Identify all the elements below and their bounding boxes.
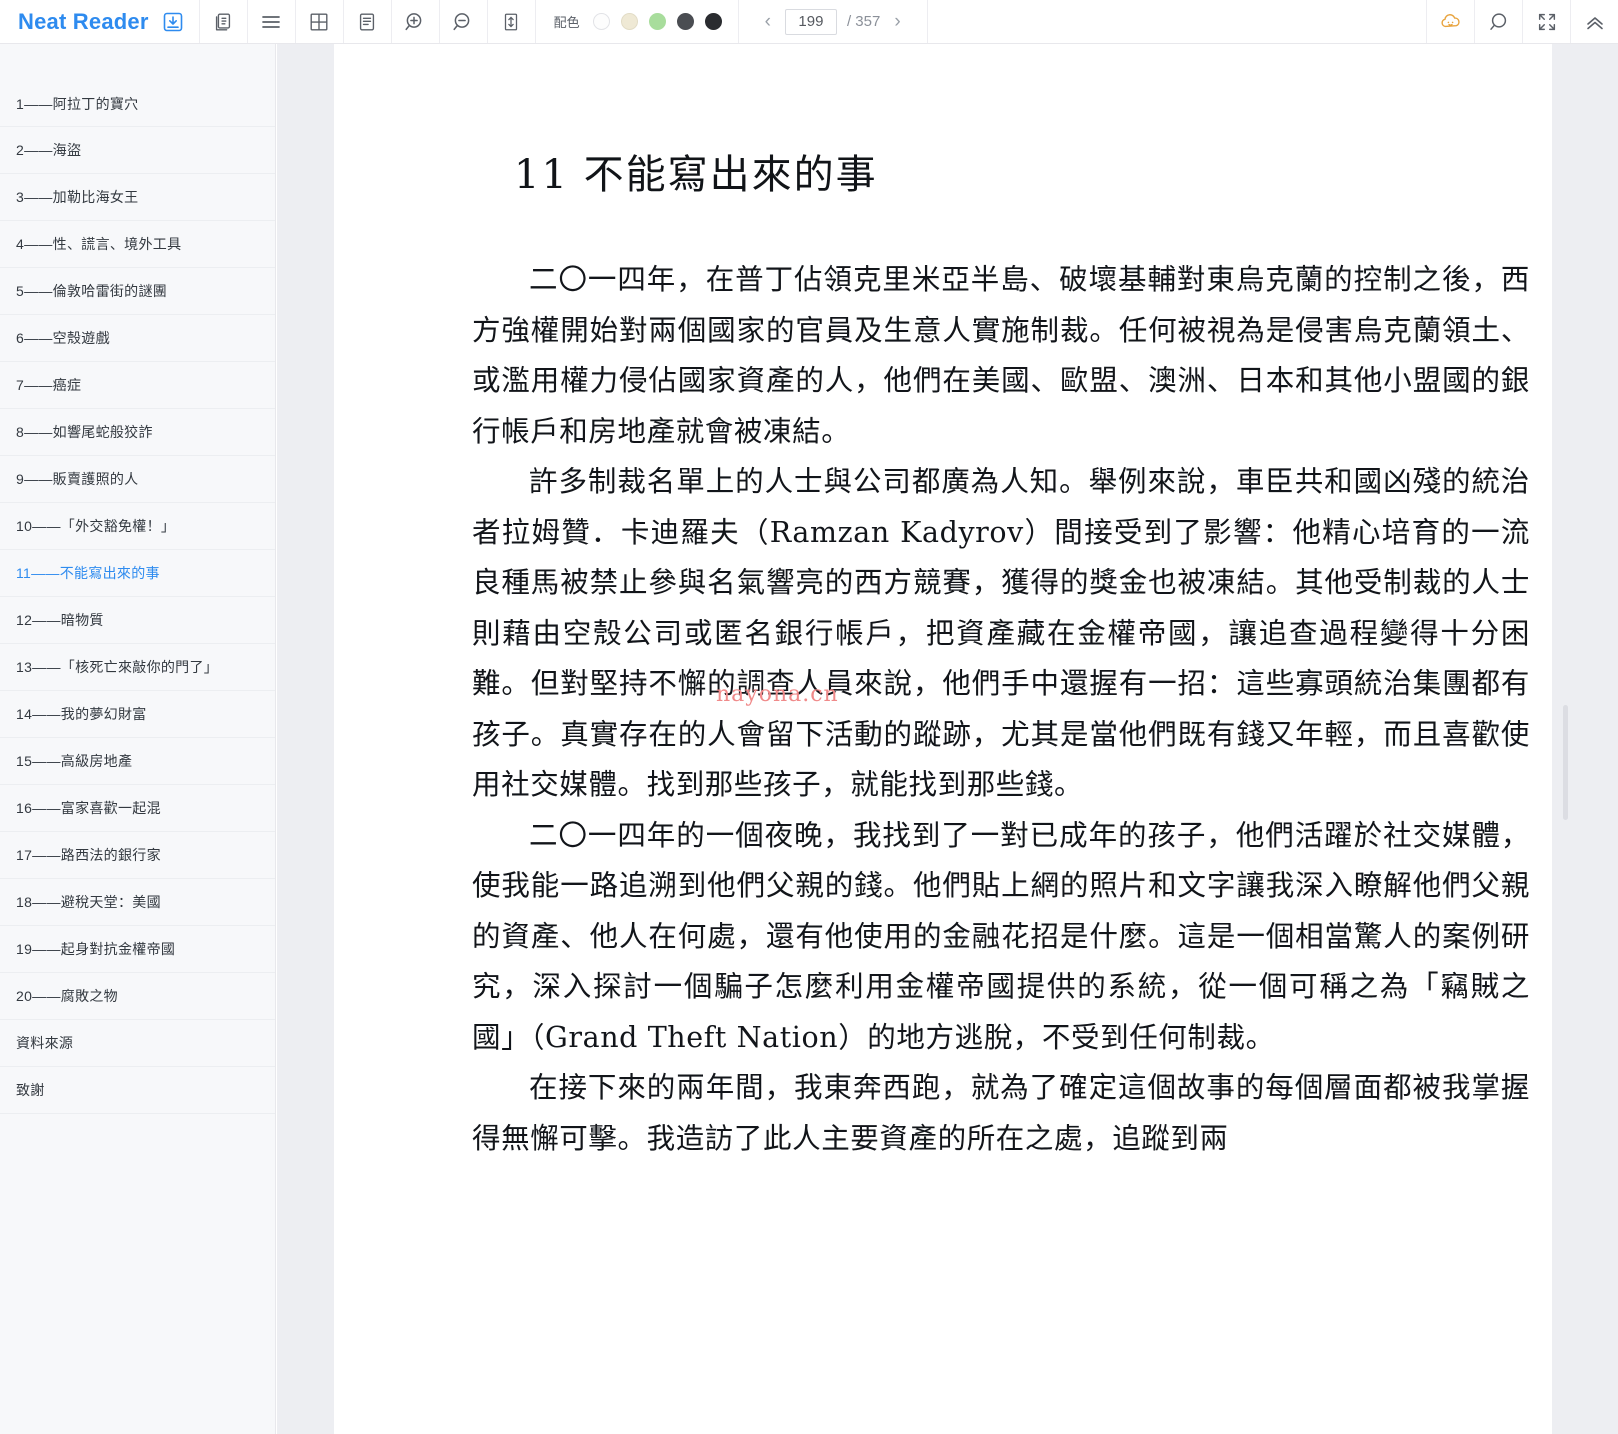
sidebar-item-18[interactable]: 18——避稅天堂：美國 (0, 879, 275, 926)
cloud-sync-icon[interactable] (1426, 0, 1474, 43)
theme-swatch-white[interactable] (592, 13, 610, 30)
theme-swatch-green[interactable] (648, 13, 666, 30)
color-theme-group: 配色 (534, 0, 738, 43)
prev-page-icon[interactable]: ‹ (761, 10, 775, 33)
paragraph-1: 二〇一四年，在普丁佔領克里米亞半島、破壞基輔對東烏克蘭的控制之後，西方強權開始對… (472, 263, 1530, 448)
paragraph-3: 二〇一四年的一個夜晚，我找到了一對已成年的孩子，他們活躍於社交媒體，使我能一路追… (472, 818, 1530, 1054)
chapter-body: 二〇一四年，在普丁佔領克里米亞半島、破壞基輔對東烏克蘭的控制之後，西方強權開始對… (334, 255, 1552, 1164)
list-view-icon[interactable] (246, 0, 295, 43)
sidebar-item-3[interactable]: 3——加勒比海女王 (0, 174, 275, 221)
sidebar-item-11[interactable]: 11——不能寫出來的事 (0, 550, 275, 597)
sidebar-item-19[interactable]: 19——起身對抗金權帝國 (0, 926, 275, 973)
total-pages-label: / 357 (846, 13, 881, 30)
paragraph-2: 許多制裁名單上的人士與公司都廣為人知。舉例來說，車臣共和國凶殘的統治者拉姆贊．卡… (472, 465, 1530, 801)
collapse-toolbar-icon[interactable] (1570, 0, 1618, 43)
zoom-in-icon[interactable] (390, 0, 439, 43)
sidebar-item-7[interactable]: 7——癌症 (0, 362, 275, 409)
sidebar-item-6[interactable]: 6——空殼遊戲 (0, 315, 275, 362)
theme-swatch-black[interactable] (704, 13, 722, 30)
fullscreen-icon[interactable] (1522, 0, 1570, 43)
page-number-input[interactable] (784, 8, 837, 35)
sidebar-item-20[interactable]: 20——腐敗之物 (0, 973, 275, 1020)
sidebar-item-14[interactable]: 14——我的夢幻財富 (0, 691, 275, 738)
toolbar-right-group (1426, 0, 1618, 43)
top-toolbar: Neat Reader 配色 ‹ 199 / 357 › (0, 0, 1618, 44)
toolbar-spacer (926, 0, 1426, 43)
sidebar-item-16[interactable]: 16——富家喜歡一起混 (0, 785, 275, 832)
grid-view-icon[interactable] (294, 0, 343, 43)
toolbar-left-group: Neat Reader 配色 ‹ 199 / 357 › (0, 0, 927, 43)
theme-swatch-dark-gray[interactable] (676, 13, 694, 30)
vertical-scrollbar-thumb[interactable] (1563, 705, 1568, 820)
search-icon[interactable] (1474, 0, 1522, 43)
sidebar-toc[interactable]: 1——阿拉丁的寶穴 2——海盜 3——加勒比海女王 4——性、謊言、境外工具 5… (0, 44, 276, 1434)
toc-list: 1——阿拉丁的寶穴 2——海盜 3——加勒比海女王 4——性、謊言、境外工具 5… (0, 80, 275, 1114)
two-page-view-icon[interactable] (198, 0, 247, 43)
book-page: 11 不能寫出來的事 二〇一四年，在普丁佔領克里米亞半島、破壞基輔對東烏克蘭的控… (334, 44, 1552, 1434)
sidebar-item-1[interactable]: 1——阿拉丁的寶穴 (0, 80, 275, 127)
sidebar-item-9[interactable]: 9——販賣護照的人 (0, 456, 275, 503)
sidebar-item-8[interactable]: 8——如響尾蛇般狡詐 (0, 409, 275, 456)
page-title: 11 不能寫出來的事 (514, 152, 878, 198)
sidebar-item-4[interactable]: 4——性、謊言、境外工具 (0, 221, 275, 268)
color-theme-label: 配色 (553, 15, 580, 30)
sidebar-item-15[interactable]: 15——高級房地產 (0, 738, 275, 785)
reader-left-gutter (277, 44, 334, 1434)
sidebar-item-2[interactable]: 2——海盜 (0, 127, 275, 174)
reader-app: Neat Reader 配色 ‹ 199 / 357 › 1——阿拉丁的寶穴 2… (0, 0, 1618, 1434)
page-navigation: ‹ / 357 › (737, 0, 927, 43)
paragraph-4: 在接下來的兩年間，我東奔西跑，就為了確定這個故事的每個層面都被我掌握得無懈可擊。… (472, 1071, 1530, 1155)
sidebar-item-17[interactable]: 17——路西法的銀行家 (0, 832, 275, 879)
save-book-icon[interactable] (161, 10, 185, 34)
sidebar-item-10[interactable]: 10——「外交豁免權！」 (0, 503, 275, 550)
single-column-icon[interactable] (342, 0, 391, 43)
line-height-icon[interactable] (486, 0, 535, 43)
next-page-icon[interactable]: › (890, 10, 904, 33)
brand[interactable]: Neat Reader (0, 0, 199, 43)
brand-name: Neat Reader (18, 8, 149, 34)
sidebar-item-5[interactable]: 5——倫敦哈雷街的謎團 (0, 268, 275, 315)
sidebar-item-13[interactable]: 13——「核死亡來敲你的門了」 (0, 644, 275, 691)
theme-swatch-sepia[interactable] (620, 13, 638, 30)
sidebar-item-sources[interactable]: 資料來源 (0, 1020, 275, 1067)
sidebar-item-12[interactable]: 12——暗物質 (0, 597, 275, 644)
zoom-out-icon[interactable] (438, 0, 487, 43)
sidebar-item-acknowledgements[interactable]: 致謝 (0, 1067, 275, 1114)
reader-right-gutter (1552, 44, 1618, 1434)
toc-top-spacer (0, 44, 275, 80)
